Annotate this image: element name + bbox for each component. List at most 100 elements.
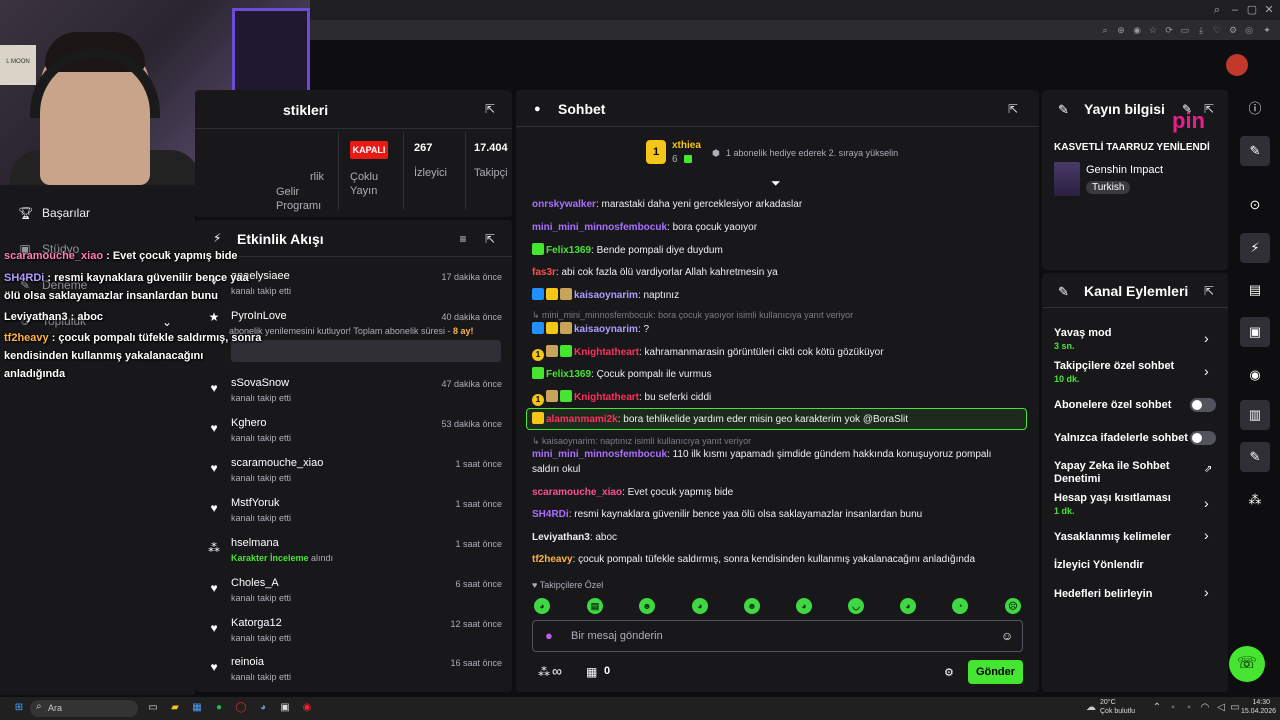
chat-message[interactable]: mini_mini_minnosfembocuk: bora çocuk yao… — [532, 221, 757, 235]
chat-message[interactable]: tf2heavy: çocuk pompalı tüfekle saldırmı… — [532, 553, 975, 567]
activity-user[interactable]: PyroInLove — [231, 310, 287, 322]
activity-user[interactable]: reinoia — [231, 656, 264, 668]
reply-context[interactable]: ↳ mini_mini_minnosfembocuk: bora çocuk y… — [532, 310, 853, 321]
chat-user[interactable]: mini_mini_minnosfembocuk — [532, 222, 667, 233]
chevron-right-icon[interactable]: › — [1204, 363, 1209, 379]
chat-user[interactable]: alamanmami2k — [546, 414, 618, 425]
emoji-icon[interactable]: ☺ — [1001, 629, 1013, 643]
popout-icon[interactable]: ⇱ — [1006, 102, 1020, 116]
task-view-icon[interactable]: ▭ — [146, 701, 160, 715]
emote-icon[interactable]: ◕ — [692, 598, 708, 614]
points-icon[interactable]: ⁂ — [1240, 485, 1270, 515]
activity-row[interactable]: ♥ Katorga12 kanalı takip etti 12 saat ön… — [195, 615, 512, 655]
tray-icon[interactable]: ◦ — [1166, 701, 1180, 715]
chat-message[interactable]: mini_mini_minnosfembocuk: 110 ilk kısmı … — [532, 448, 991, 462]
emote-icon[interactable]: ◕ — [900, 598, 916, 614]
chevron-right-icon[interactable]: › — [1204, 330, 1209, 346]
opera-icon[interactable]: ◯ — [234, 701, 248, 715]
chat-message[interactable]: Leviyathan3: aboc — [532, 531, 617, 545]
activity-row[interactable]: ♥ Choles_A kanalı takip etti 6 saat önce — [195, 575, 512, 615]
emote-icon[interactable]: ◕ — [534, 598, 550, 614]
chevron-up-icon[interactable]: ⌃ — [1150, 701, 1164, 715]
clock-time[interactable]: 14:30 — [1244, 699, 1270, 706]
filter-icon[interactable]: ≡ — [456, 232, 470, 246]
chat-message[interactable]: kaisaoynarim: ? — [532, 322, 649, 337]
close-icon[interactable]: ✕ — [1262, 3, 1276, 17]
weather-temp[interactable]: 20°C — [1100, 699, 1116, 706]
emote-icon[interactable]: ☹ — [1005, 598, 1021, 614]
emote-icon[interactable]: ◕ — [796, 598, 812, 614]
send-button[interactable]: Gönder — [968, 660, 1023, 684]
activity-user[interactable]: MstfYoruk — [231, 497, 280, 509]
info-icon[interactable]: ⓘ — [1240, 94, 1270, 124]
chat-user[interactable]: onrskywalker — [532, 199, 596, 210]
chat-message[interactable]: scaramouche_xiao: Evet çocuk yapmış bide — [532, 486, 733, 500]
chat-message[interactable]: Felix1369: Çocuk pompalı ile vurmus — [532, 367, 712, 382]
chevron-right-icon[interactable]: › — [1204, 495, 1209, 511]
activity-row[interactable]: ♥ MstfYoruk kanalı takip etti 1 saat önc… — [195, 495, 512, 535]
activity-user[interactable]: Choles_A — [231, 577, 279, 589]
extension-icon[interactable]: ▭ — [1180, 25, 1190, 35]
chevron-right-icon[interactable]: › — [1204, 527, 1209, 543]
emote-icon[interactable]: ☻ — [639, 598, 655, 614]
chat-user[interactable]: Felix1369 — [546, 369, 591, 380]
chat-message[interactable]: alamanmami2k: bora tehlikelide yardım ed… — [532, 412, 908, 427]
lightning-icon[interactable]: ⚡︎ — [1240, 233, 1270, 263]
support-icon[interactable]: ☏ — [1229, 646, 1265, 682]
popout-icon[interactable]: ⇱ — [483, 102, 497, 116]
extension-icon[interactable]: ⚙ — [1228, 25, 1238, 35]
profile-icon[interactable]: ◎ — [1244, 25, 1254, 35]
chat-user[interactable]: Felix1369 — [546, 245, 591, 256]
chevron-right-icon[interactable]: › — [1204, 584, 1209, 600]
obs-icon[interactable]: ◉ — [300, 701, 314, 715]
chat-user[interactable]: mini_mini_minnosfembocuk — [532, 449, 667, 460]
activity-user[interactable]: Katorga12 — [231, 617, 282, 629]
wrench-icon[interactable]: ✎ — [1240, 442, 1270, 472]
chat-input[interactable]: ● Bir mesaj gönderin ☺ — [532, 620, 1023, 652]
collapse-icon[interactable]: ⏷ — [771, 176, 781, 191]
microphone-icon[interactable]: ● — [545, 628, 553, 643]
spotify-icon[interactable]: ● — [212, 701, 226, 715]
volume-icon[interactable]: ◁ — [1214, 701, 1228, 715]
points-icon[interactable]: ⁂ — [538, 665, 550, 679]
chat-user[interactable]: scaramouche_xiao — [532, 487, 622, 498]
chat-message[interactable]: 1 Knightatheart: kahramanmarasin görüntül… — [532, 345, 884, 361]
search-icon[interactable]: ⌕ — [1210, 3, 1224, 17]
chat-user[interactable]: kaisaoynarim — [574, 324, 638, 335]
game-name[interactable]: Genshin Impact — [1086, 164, 1163, 176]
activity-row[interactable]: ♥ sSovaSnow kanalı takip etti 47 dakika … — [195, 375, 512, 415]
emote-icon[interactable]: ◔ — [952, 598, 968, 614]
activity-row[interactable]: ♥ Kghero kanalı takip etti 53 dakika önc… — [195, 415, 512, 455]
chat-message[interactable]: onrskywalker: marastaki daha yeni gercek… — [532, 198, 802, 212]
broadcast-icon[interactable]: ◉ — [1240, 360, 1270, 390]
chat-message[interactable]: fas3r: abi cok fazla ölü vardiyorlar All… — [532, 266, 778, 280]
windows-start-icon[interactable]: ⊞ — [12, 701, 26, 715]
chat-user[interactable]: SH4RDi — [532, 509, 569, 520]
download-icon[interactable]: ⤓ — [1196, 25, 1206, 35]
activity-user[interactable]: sSovaSnow — [231, 377, 289, 389]
chat-message[interactable]: kaisaoynarim: naptınız — [532, 288, 679, 303]
nav-item-achievements[interactable]: 🏆︎ Başarılar — [18, 206, 90, 220]
channel-points[interactable]: ∞ — [552, 663, 562, 679]
notes-icon[interactable]: ▤ — [1240, 275, 1270, 305]
focus-icon[interactable]: ⊙ — [1240, 190, 1270, 220]
popout-icon[interactable]: ⇱ — [483, 232, 497, 246]
wifi-icon[interactable]: ◠ — [1198, 701, 1212, 715]
activity-row[interactable]: ♥ reinoia kanalı takip etti 16 saat önce — [195, 654, 512, 694]
chat-user[interactable]: Leviyathan3 — [532, 532, 590, 543]
extension-icon[interactable]: ♡ — [1212, 25, 1222, 35]
external-link-icon[interactable]: ⇗ — [1204, 464, 1212, 475]
chat-icon[interactable]: ▣ — [1240, 317, 1270, 347]
language-tag[interactable]: Turkish — [1086, 181, 1131, 194]
gear-icon[interactable]: ⚙ — [944, 666, 954, 679]
emote-icon[interactable]: ☻ — [744, 598, 760, 614]
store-icon[interactable]: ▦ — [190, 701, 204, 715]
gift-leader-user[interactable]: xthiea — [672, 140, 701, 151]
folder-icon[interactable]: ▰ — [168, 701, 182, 715]
emote-icon[interactable]: ◡ — [848, 598, 864, 614]
popout-icon[interactable]: ⇱ — [1202, 284, 1216, 298]
chat-message[interactable]: Felix1369: Bende pompali diye duydum — [532, 243, 723, 258]
reply-context[interactable]: ↳ kaisaoynarim: naptınız isimli kullanıc… — [532, 436, 751, 447]
emote-icon[interactable]: ▤ — [587, 598, 603, 614]
chat-user[interactable]: tf2heavy — [532, 554, 573, 565]
